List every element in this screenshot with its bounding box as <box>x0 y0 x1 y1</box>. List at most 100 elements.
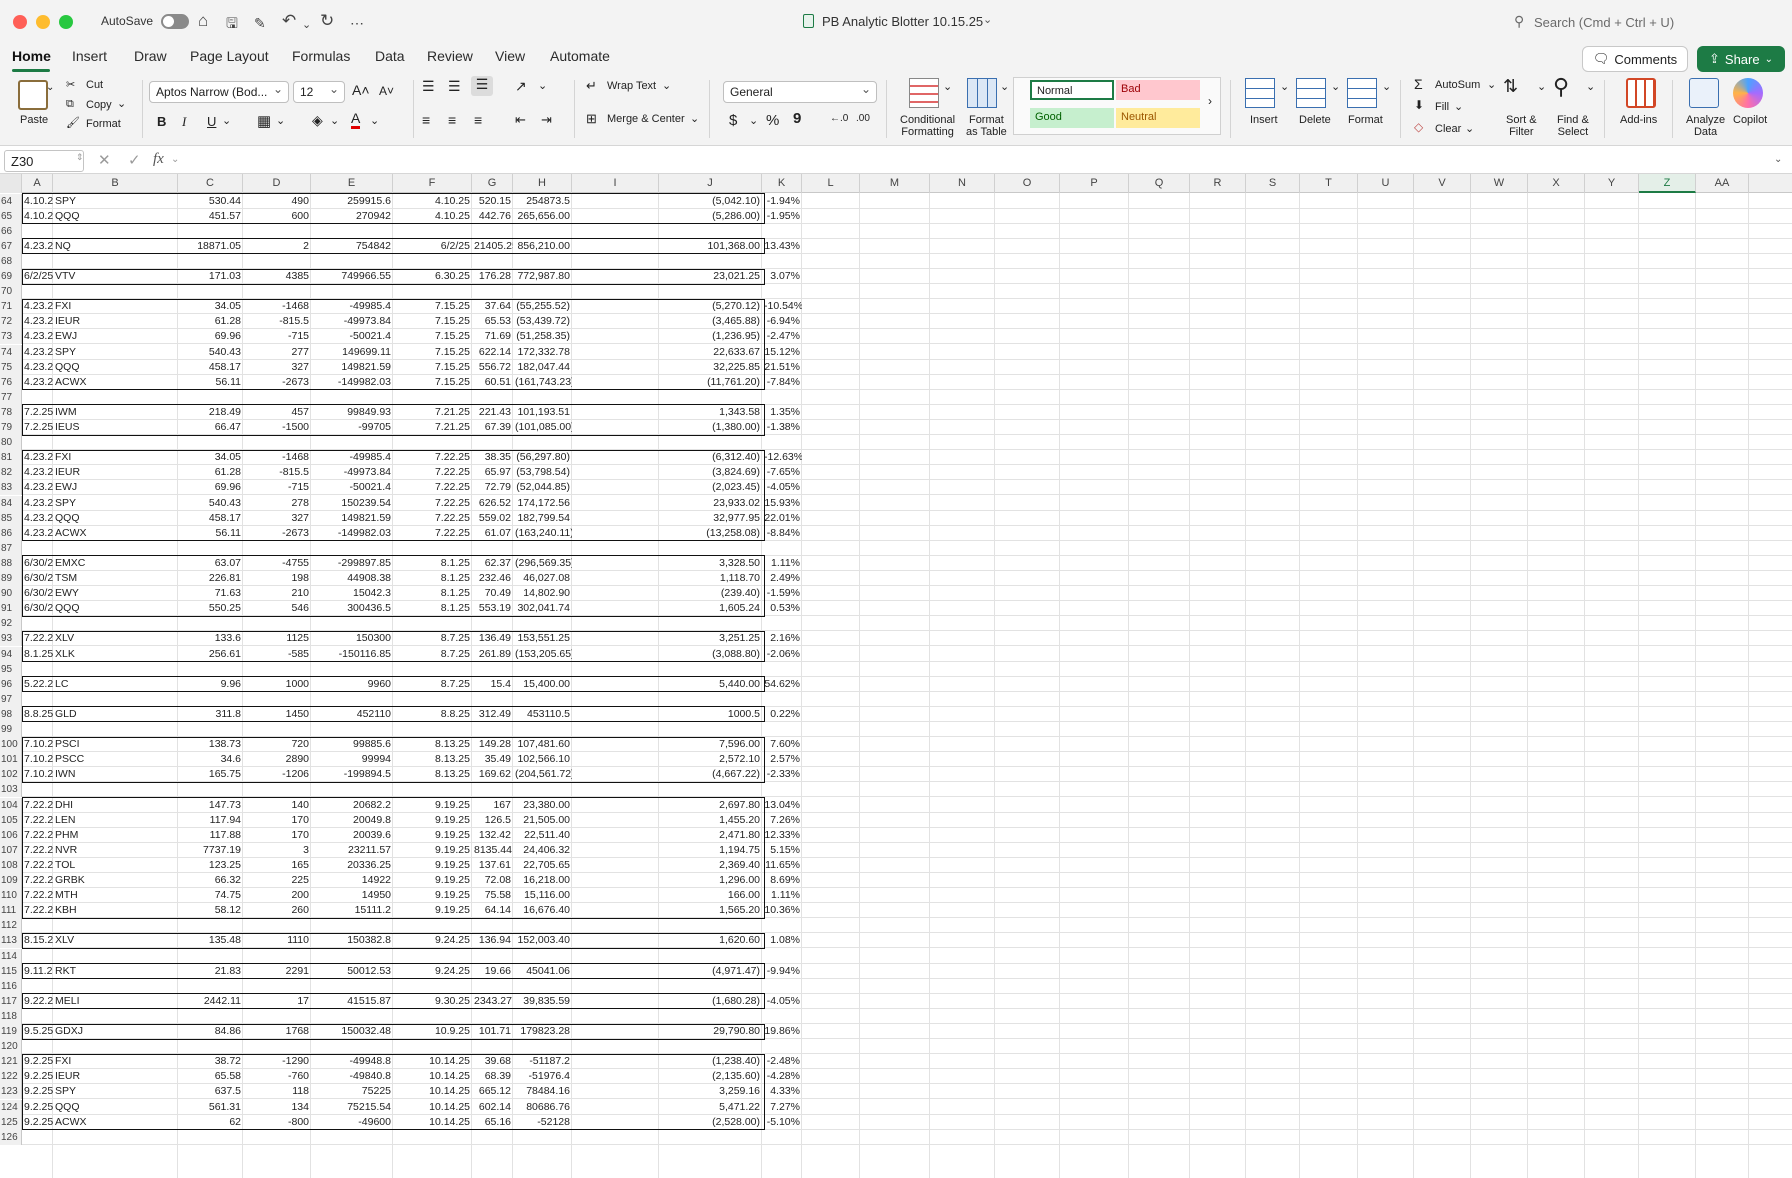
cell-H[interactable]: 21,505.00 <box>513 813 572 828</box>
cell-C[interactable]: 561.31 <box>178 1100 243 1115</box>
cell-H[interactable]: 45041.06 <box>513 964 572 979</box>
clear-dropdown-icon[interactable]: ⌄ <box>1465 122 1474 135</box>
cell-J[interactable]: (1,236.95) <box>659 329 762 344</box>
cell-D[interactable]: 3 <box>243 843 311 858</box>
cell-I[interactable] <box>572 647 659 662</box>
cell-B[interactable]: QQQ <box>53 601 178 616</box>
cell-K[interactable]: -7.84% <box>762 375 802 390</box>
align-top-icon[interactable]: ☰ <box>422 78 435 95</box>
row-header[interactable]: 69 <box>0 269 22 285</box>
cell-I[interactable] <box>572 480 659 495</box>
cell-K[interactable]: -4.28% <box>762 1069 802 1084</box>
borders-dropdown-icon[interactable]: ⌄ <box>276 114 285 127</box>
insert-label[interactable]: Insert <box>1250 114 1278 126</box>
redo-icon[interactable]: ↻ <box>320 10 334 32</box>
cell-E[interactable]: 150382.8 <box>311 933 393 948</box>
cell-I[interactable] <box>572 601 659 616</box>
cell-F[interactable]: 9.24.25 <box>393 933 472 948</box>
cell-G[interactable]: 64.14 <box>472 903 513 918</box>
cell-K[interactable]: 1.11% <box>762 556 802 571</box>
cell-F[interactable]: 8.1.25 <box>393 571 472 586</box>
cell-D[interactable]: -715 <box>243 480 311 495</box>
cell-K[interactable]: 4.33% <box>762 1084 802 1099</box>
cell-E[interactable]: 20049.8 <box>311 813 393 828</box>
cell-I[interactable] <box>572 631 659 646</box>
cell-E[interactable]: -49973.84 <box>311 314 393 329</box>
row-header[interactable]: 93 <box>0 631 22 647</box>
insert-function-icon[interactable]: fx <box>153 151 164 168</box>
sort-filter-label[interactable]: Sort & Filter <box>1506 114 1537 138</box>
cell-G[interactable]: 61.07 <box>472 526 513 541</box>
row-header[interactable]: 95 <box>0 661 22 677</box>
cell-F[interactable]: 8.7.25 <box>393 631 472 646</box>
cell-H[interactable]: 102,566.10 <box>513 752 572 767</box>
cell-A[interactable]: 7.22.25 <box>22 873 53 888</box>
cell-A[interactable]: 4.23.25 <box>22 480 53 495</box>
cell-H[interactable]: 856,210.00 <box>513 239 572 254</box>
cell-E[interactable]: 75215.54 <box>311 1100 393 1115</box>
worksheet-grid[interactable]: ABCDEFGHIJKLMNOPQRSTUVWXYZAA 644.10.25SP… <box>0 174 1792 1178</box>
cell-H[interactable]: 23,380.00 <box>513 798 572 813</box>
orientation-icon[interactable]: ↗ <box>515 78 527 95</box>
cell-C[interactable]: 256.61 <box>178 647 243 662</box>
cell-C[interactable]: 458.17 <box>178 511 243 526</box>
cell-K[interactable]: 1.35% <box>762 405 802 420</box>
row-header[interactable]: 80 <box>0 435 22 451</box>
cell-F[interactable]: 8.13.25 <box>393 752 472 767</box>
cell-I[interactable] <box>572 420 659 435</box>
cell-A[interactable]: 9.5.25 <box>22 1024 53 1039</box>
cell-C[interactable]: 226.81 <box>178 571 243 586</box>
cell-J[interactable]: 101,368.00 <box>659 239 762 254</box>
row-header[interactable]: 76 <box>0 374 22 390</box>
autosum-label[interactable]: AutoSum <box>1435 79 1480 91</box>
cell-D[interactable]: 1000 <box>243 677 311 692</box>
cell-F[interactable]: 8.8.25 <box>393 707 472 722</box>
row-header[interactable]: 104 <box>0 797 22 813</box>
cell-A[interactable]: 9.2.25 <box>22 1100 53 1115</box>
row-header[interactable]: 64 <box>0 193 22 209</box>
row-header[interactable]: 106 <box>0 827 22 843</box>
cell-J[interactable]: (1,680.28) <box>659 994 762 1009</box>
cell-K[interactable]: 13.43% <box>762 239 802 254</box>
cell-J[interactable]: (3,824.69) <box>659 465 762 480</box>
cell-B[interactable]: PHM <box>53 828 178 843</box>
cell-F[interactable]: 7.22.25 <box>393 496 472 511</box>
cell-H[interactable]: -51187.2 <box>513 1054 572 1069</box>
cell-H[interactable]: 174,172.56 <box>513 496 572 511</box>
cell-B[interactable]: XLV <box>53 631 178 646</box>
cell-G[interactable]: 149.28 <box>472 737 513 752</box>
cell-E[interactable]: 149821.59 <box>311 360 393 375</box>
merge-center-dropdown-icon[interactable]: ⌄ <box>690 112 699 125</box>
column-header[interactable]: A <box>22 174 53 193</box>
cell-J[interactable]: (6,312.40) <box>659 450 762 465</box>
cell-B[interactable]: MELI <box>53 994 178 1009</box>
cell-C[interactable]: 66.32 <box>178 873 243 888</box>
row-header[interactable]: 100 <box>0 737 22 753</box>
cell-K[interactable]: -2.33% <box>762 767 802 782</box>
cell-H[interactable]: 179823.28 <box>513 1024 572 1039</box>
cell-D[interactable]: 260 <box>243 903 311 918</box>
cell-E[interactable]: 99849.93 <box>311 405 393 420</box>
cell-I[interactable] <box>572 511 659 526</box>
currency-button[interactable]: $ <box>729 112 737 129</box>
cell-I[interactable] <box>572 1115 659 1130</box>
cell-C[interactable]: 61.28 <box>178 314 243 329</box>
copy-dropdown-icon[interactable]: ⌄ <box>117 97 126 110</box>
cell-B[interactable]: PSCC <box>53 752 178 767</box>
cell-A[interactable]: 4.23.25 <box>22 465 53 480</box>
cell-B[interactable]: KBH <box>53 903 178 918</box>
cell-G[interactable]: 626.52 <box>472 496 513 511</box>
save-as-icon[interactable]: ✎ <box>254 12 266 34</box>
column-header[interactable]: H <box>513 174 572 193</box>
cell-J[interactable]: (2,023.45) <box>659 480 762 495</box>
delete-label[interactable]: Delete <box>1299 114 1331 126</box>
cell-G[interactable]: 60.51 <box>472 375 513 390</box>
cell-F[interactable]: 8.1.25 <box>393 586 472 601</box>
cell-D[interactable]: 200 <box>243 888 311 903</box>
cell-E[interactable]: 14950 <box>311 888 393 903</box>
row-header[interactable]: 65 <box>0 208 22 224</box>
cell-H[interactable]: (53,798.54) <box>513 465 572 480</box>
row-header[interactable]: 77 <box>0 389 22 405</box>
tab-formulas[interactable]: Formulas <box>292 48 350 64</box>
cell-G[interactable]: 62.37 <box>472 556 513 571</box>
